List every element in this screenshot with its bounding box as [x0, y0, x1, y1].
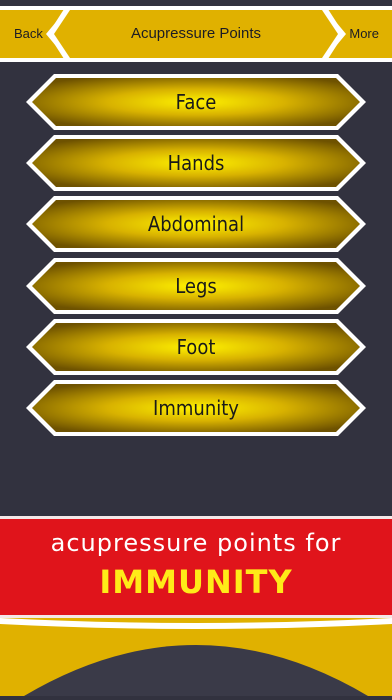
menu-item-foot-label: Foot — [176, 335, 216, 359]
footer-shield — [0, 614, 392, 696]
menu-item-abdominal-label: Abdominal — [147, 212, 245, 236]
footer-shield-shape — [0, 618, 392, 696]
menu-item-hands[interactable]: Hands — [26, 135, 366, 191]
menu-item-face-label: Face — [175, 90, 217, 114]
menu-item-immunity[interactable]: Immunity — [26, 380, 366, 436]
menu-item-legs[interactable]: Legs — [26, 258, 366, 314]
banner-text: acupressure points for — [50, 529, 342, 557]
menu-item-face[interactable]: Face — [26, 74, 366, 130]
promo-banner[interactable]: acupressure points for IMMUNITY — [0, 516, 392, 618]
menu-item-legs-label: Legs — [175, 274, 217, 298]
banner-highlight: IMMUNITY — [99, 563, 293, 601]
menu-item-foot[interactable]: Foot — [26, 319, 366, 375]
menu-item-immunity-label: Immunity — [153, 396, 239, 420]
menu-item-hands-label: Hands — [167, 151, 225, 175]
menu-item-abdominal[interactable]: Abdominal — [26, 196, 366, 252]
category-menu: Face Hands Abdominal Legs Foot Immunity — [0, 0, 392, 500]
